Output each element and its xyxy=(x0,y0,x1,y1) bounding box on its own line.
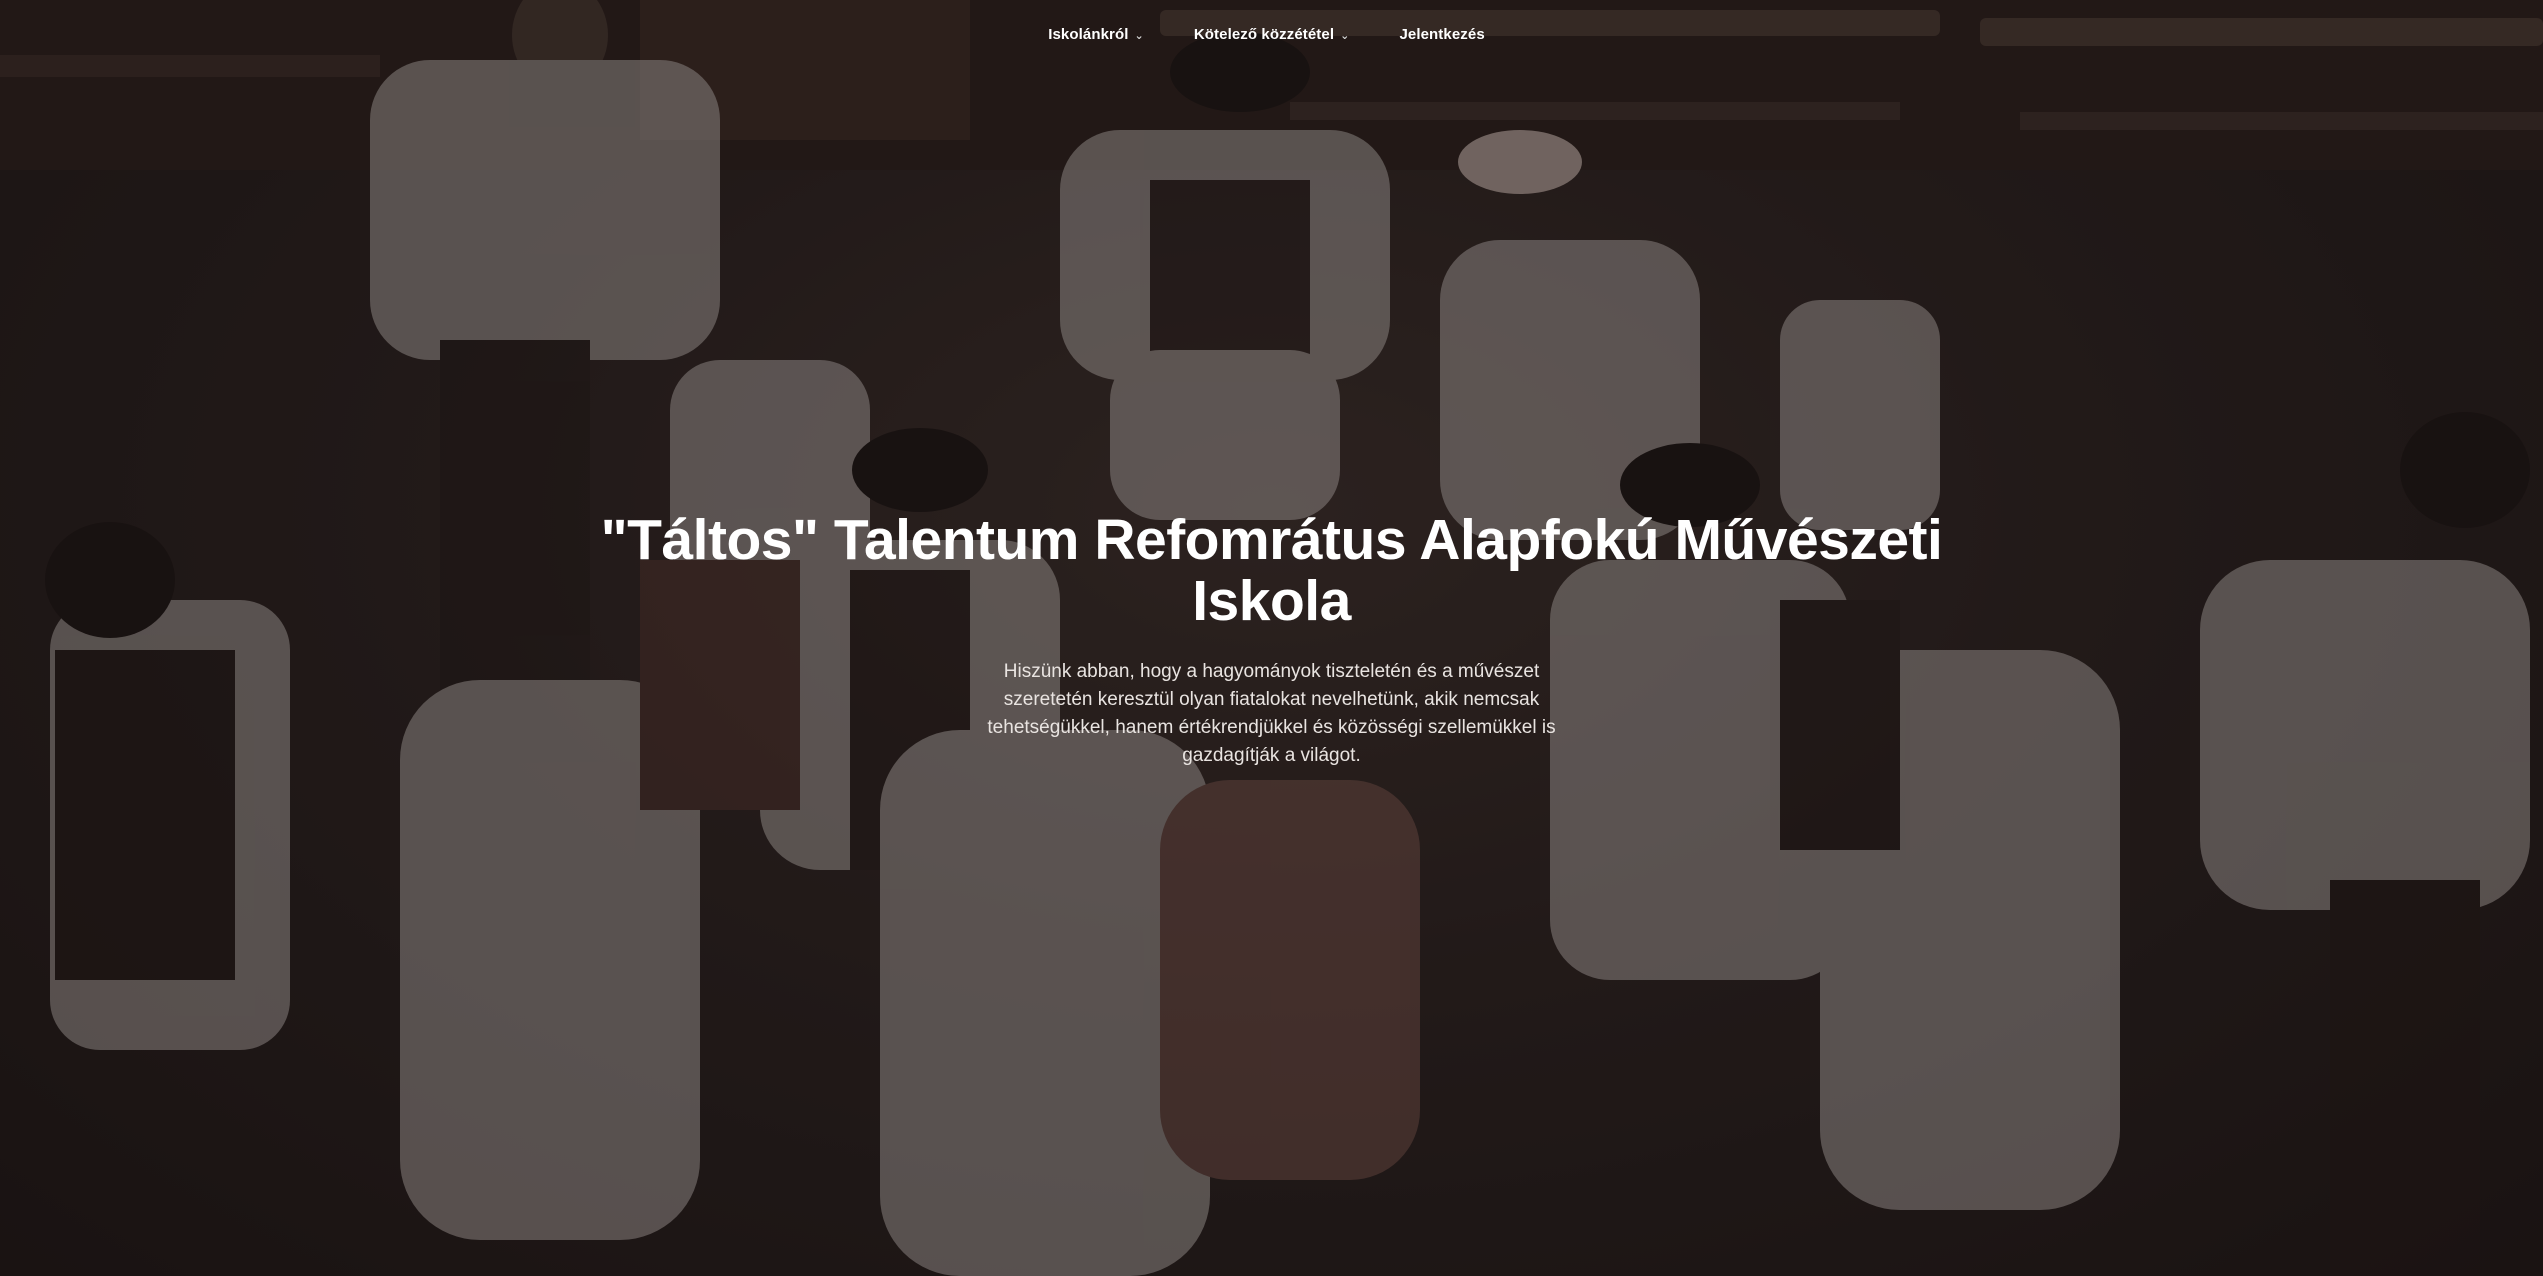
hero-section: Iskolánkról ⌄ Kötelező közzététel ⌄ Jele… xyxy=(0,0,2543,1276)
hero-description: Hiszünk abban, hogy a hagyományok tiszte… xyxy=(987,661,1556,766)
nav-item-jelentkezes[interactable]: Jelentkezés xyxy=(1399,26,1484,43)
hero-content: "Táltos" Talentum Refomrátus Alapfokú Mű… xyxy=(0,510,2543,770)
nav-item-label: Jelentkezés xyxy=(1399,26,1485,43)
chevron-down-icon: ⌄ xyxy=(1134,30,1144,42)
nav-item-iskolankrol[interactable]: Iskolánkról ⌄ xyxy=(1048,26,1144,43)
nav-item-label: Iskolánkról xyxy=(1048,26,1129,43)
page-title: "Táltos" Talentum Refomrátus Alapfokú Mű… xyxy=(600,508,1943,633)
chevron-down-icon: ⌄ xyxy=(1340,30,1350,42)
main-navigation: Iskolánkról ⌄ Kötelező közzététel ⌄ Jele… xyxy=(0,26,2538,43)
nav-item-label: Kötelező közzététel xyxy=(1193,26,1335,43)
nav-item-kotelezo-kozzetetel[interactable]: Kötelező közzététel ⌄ xyxy=(1194,26,1350,43)
